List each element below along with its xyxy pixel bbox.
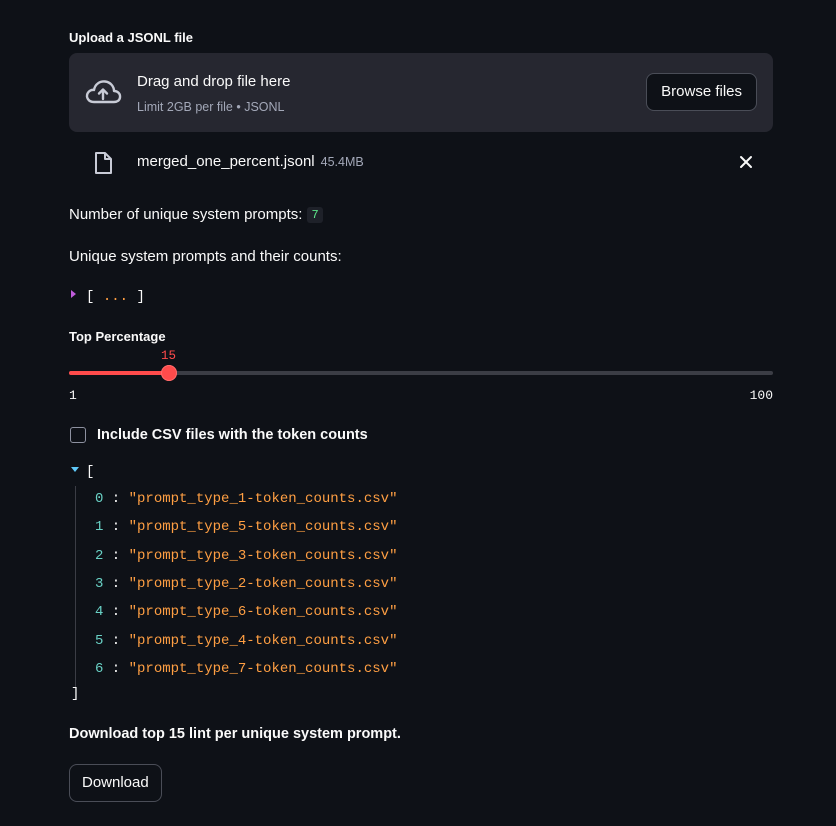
json-open-bracket: [ <box>86 464 95 480</box>
json-item-value: "prompt_type_1-token_counts.csv" <box>128 491 398 507</box>
collapsed-ellipsis: ... <box>102 289 129 305</box>
collapsed-close-bracket: ] <box>136 289 145 305</box>
slider-thumb[interactable] <box>160 365 177 381</box>
include-csv-checkbox[interactable] <box>70 427 86 443</box>
json-list-item: 0 : "prompt_type_1-token_counts.csv" <box>95 491 397 511</box>
download-description: Download top 15 lint per unique system p… <box>69 726 401 742</box>
include-csv-label: Include CSV files with the token counts <box>97 427 368 443</box>
json-item-value: "prompt_type_3-token_counts.csv" <box>128 548 398 564</box>
json-item-value: "prompt_type_4-token_counts.csv" <box>128 633 398 649</box>
slider-fill <box>69 371 169 375</box>
json-list-item: 5 : "prompt_type_4-token_counts.csv" <box>95 633 397 653</box>
unique-prompts-label: Number of unique system prompts: <box>69 206 303 223</box>
file-size: 45.4MB <box>320 155 364 169</box>
json-item-value: "prompt_type_6-token_counts.csv" <box>128 604 398 620</box>
upload-label: Upload a JSONL file <box>69 30 194 45</box>
json-item-value: "prompt_type_7-token_counts.csv" <box>128 661 398 677</box>
collapsed-json-text: [ ... ] <box>86 289 145 305</box>
download-button[interactable]: Download <box>69 764 162 802</box>
slider-max: 100 <box>749 388 773 403</box>
slider-value: 15 <box>161 349 177 363</box>
top-percentage-slider[interactable] <box>69 365 773 381</box>
json-list-item: 2 : "prompt_type_3-token_counts.csv" <box>95 548 397 568</box>
dropzone-limit-text: Limit 2GB per file • JSONL <box>137 100 285 114</box>
file-name: merged_one_percent.jsonl 45.4MB <box>137 153 364 170</box>
json-item-colon: : <box>103 548 129 564</box>
json-item-colon: : <box>103 633 129 649</box>
file-dropzone[interactable]: Drag and drop file here Limit 2GB per fi… <box>69 53 773 132</box>
browse-files-button[interactable]: Browse files <box>646 73 757 111</box>
slider-min: 1 <box>69 388 77 403</box>
json-item-value: "prompt_type_5-token_counts.csv" <box>128 519 398 535</box>
slider-label: Top Percentage <box>69 329 166 344</box>
expand-triangle-icon[interactable] <box>71 290 76 298</box>
json-item-colon: : <box>103 604 129 620</box>
json-list-item: 3 : "prompt_type_2-token_counts.csv" <box>95 576 397 596</box>
unique-prompts-value: 7 <box>307 207 323 223</box>
json-item-colon: : <box>103 661 129 677</box>
json-list-item: 4 : "prompt_type_6-token_counts.csv" <box>95 604 397 624</box>
file-icon <box>95 152 112 174</box>
prompts-heading: Unique system prompts and their counts: <box>69 248 342 265</box>
close-icon[interactable] <box>739 155 753 169</box>
cloud-upload-icon <box>85 80 122 104</box>
json-close-bracket: ] <box>71 686 80 702</box>
json-item-colon: : <box>103 491 129 507</box>
json-item-value: "prompt_type_2-token_counts.csv" <box>128 576 398 592</box>
uploaded-file-row: merged_one_percent.jsonl 45.4MB <box>69 140 773 186</box>
json-item-colon: : <box>103 519 129 535</box>
collapsed-open-bracket: [ <box>86 289 95 305</box>
collapse-triangle-icon[interactable] <box>71 467 79 472</box>
json-list-item: 1 : "prompt_type_5-token_counts.csv" <box>95 519 397 539</box>
json-list-item: 6 : "prompt_type_7-token_counts.csv" <box>95 661 397 681</box>
json-indent-guide <box>75 486 76 688</box>
file-name-text: merged_one_percent.jsonl <box>137 153 315 170</box>
json-item-colon: : <box>103 576 129 592</box>
dropzone-title: Drag and drop file here <box>137 73 291 90</box>
unique-prompts-count: Number of unique system prompts: 7 <box>69 206 323 223</box>
